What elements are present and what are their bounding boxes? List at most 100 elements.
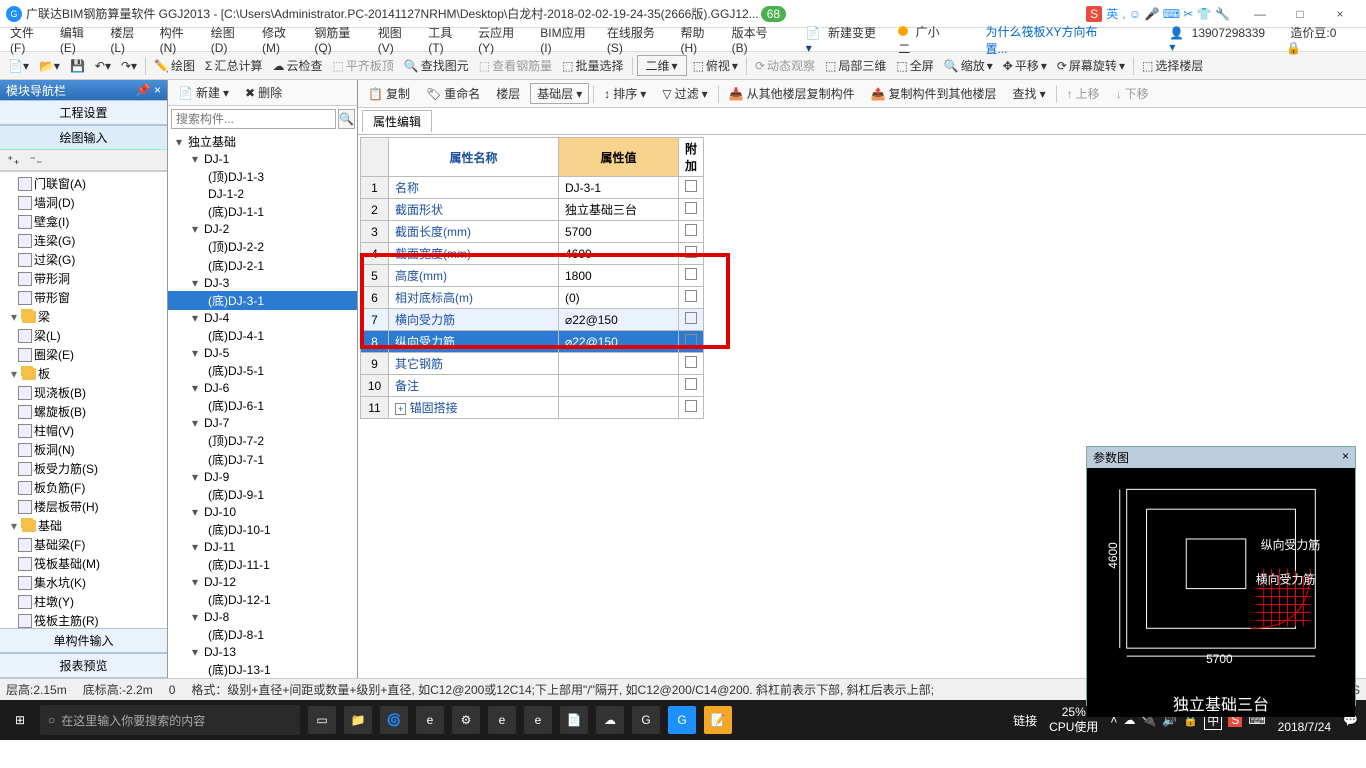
component-tree-item[interactable]: ▾ DJ-12	[168, 574, 357, 590]
nav-tree-item[interactable]: 梁(L)	[0, 326, 167, 345]
component-tree-item[interactable]: ▾ DJ-8	[168, 609, 357, 625]
property-edit-tab[interactable]: 属性编辑	[362, 110, 432, 132]
component-tree-item[interactable]: (底)DJ-5-1	[168, 361, 357, 380]
view-steel-button[interactable]: ⬚查看钢筋量	[475, 55, 556, 76]
cloud-check-button[interactable]: ☁云检查	[268, 55, 326, 76]
component-tree-item[interactable]: ▾ DJ-7	[168, 415, 357, 431]
component-tree-item[interactable]: ▾ DJ-13	[168, 644, 357, 660]
component-tree-item[interactable]: (底)DJ-6-1	[168, 396, 357, 415]
menu-item[interactable]: 构件(N)	[156, 24, 203, 55]
zoom-button[interactable]: 🔍缩放▾	[940, 55, 997, 76]
component-tree-item[interactable]: (底)DJ-7-1	[168, 450, 357, 469]
task-icon[interactable]: e	[488, 706, 516, 734]
nav-tree-item[interactable]: 柱帽(V)	[0, 421, 167, 440]
component-tree-item[interactable]: ▾ DJ-4	[168, 310, 357, 326]
cost-bean[interactable]: 造价豆:0 🔒	[1282, 24, 1360, 55]
component-tree-item[interactable]: ▾ DJ-9	[168, 469, 357, 485]
nav-tree-item[interactable]: 门联窗(A)	[0, 174, 167, 193]
undo-icon[interactable]: ↶▾	[91, 57, 115, 75]
component-tree-item[interactable]: (底)DJ-1-1	[168, 202, 357, 221]
copy-from-floor-button[interactable]: 📥从其他楼层复制构件	[723, 83, 861, 104]
nav-tree-item[interactable]: 现浇板(B)	[0, 383, 167, 402]
nav-tree-item[interactable]: 壁龛(I)	[0, 212, 167, 231]
panel-close-icon[interactable]: ×	[154, 83, 161, 97]
component-tree-item[interactable]: ▾ DJ-5	[168, 345, 357, 361]
nav-tree-item[interactable]: 筏板基础(M)	[0, 554, 167, 573]
pin-icon[interactable]: 📌	[136, 83, 151, 97]
delete-button[interactable]: ✖删除	[239, 82, 288, 103]
account-number[interactable]: 👤 13907298339 ▾	[1165, 26, 1278, 54]
task-icon[interactable]: G	[632, 706, 660, 734]
menu-item[interactable]: 帮助(H)	[676, 24, 723, 55]
property-row[interactable]: 11+ 锚固搭接	[361, 397, 704, 419]
task-icon[interactable]: e	[416, 706, 444, 734]
component-tree-item[interactable]: ▾ 独立基础	[168, 132, 357, 151]
project-settings-row[interactable]: 工程设置	[0, 100, 167, 125]
copy-button[interactable]: 📋复制	[362, 83, 416, 104]
task-icon[interactable]: ▭	[308, 706, 336, 734]
sum-button[interactable]: Σ 汇总计算	[201, 55, 266, 76]
search-icon[interactable]: 🔍	[338, 109, 355, 129]
level-top-button[interactable]: ⬚平齐板顶	[328, 55, 397, 76]
task-icon[interactable]: 🌀	[380, 706, 408, 734]
menu-item[interactable]: 钢筋量(Q)	[310, 24, 369, 55]
partial-3d-button[interactable]: ⬚局部三维	[821, 55, 890, 76]
open-icon[interactable]: 📂▾	[35, 57, 64, 75]
task-icon[interactable]: 📁	[344, 706, 372, 734]
component-tree-item[interactable]: ▾ DJ-3	[168, 275, 357, 291]
nav-tree-item[interactable]: 圈梁(E)	[0, 345, 167, 364]
menu-item[interactable]: 在线服务(S)	[603, 24, 673, 55]
nav-tree-item[interactable]: 板负筋(F)	[0, 478, 167, 497]
close-button[interactable]: ×	[1320, 2, 1360, 26]
draw-input-row[interactable]: 绘图输入	[0, 125, 167, 150]
component-tree-item[interactable]: (底)DJ-12-1	[168, 590, 357, 609]
move-down-button[interactable]: ↓下移	[1110, 83, 1155, 104]
property-row[interactable]: 7 横向受力筋⌀22@150	[361, 309, 704, 331]
user-label[interactable]: 广小二	[894, 23, 957, 57]
view-button[interactable]: ⬚俯视▾	[689, 55, 742, 76]
component-tree-item[interactable]: (顶)DJ-1-3	[168, 167, 357, 186]
nav-tree-item[interactable]: ▾ 板	[0, 364, 167, 383]
nav-tree-item[interactable]: 连梁(G)	[0, 231, 167, 250]
sort-button[interactable]: ↕排序▾	[598, 83, 652, 104]
component-tree-item[interactable]: (底)DJ-2-1	[168, 256, 357, 275]
nav-tree-item[interactable]: 楼层板带(H)	[0, 497, 167, 516]
nav-tree-item[interactable]: 集水坑(K)	[0, 573, 167, 592]
dim-select[interactable]: 二维 ▾	[637, 55, 687, 76]
filter-button[interactable]: ▽过滤▾	[656, 83, 713, 104]
menu-item[interactable]: 文件(F)	[6, 24, 52, 55]
property-row[interactable]: 10 备注	[361, 375, 704, 397]
nav-tree-item[interactable]: 螺旋板(B)	[0, 402, 167, 421]
report-preview-row[interactable]: 报表预览	[0, 653, 167, 678]
nav-tree-item[interactable]: 筏板主筋(R)	[0, 611, 167, 628]
draw-button[interactable]: ✏️绘图	[150, 55, 199, 76]
minimize-button[interactable]: —	[1240, 2, 1280, 26]
param-close-icon[interactable]: ×	[1342, 449, 1349, 466]
menu-item[interactable]: BIM应用(I)	[536, 24, 599, 55]
task-icon[interactable]: ☁	[596, 706, 624, 734]
redo-icon[interactable]: ↷▾	[117, 57, 141, 75]
base-floor-select[interactable]: 基础层 ▾	[530, 83, 589, 104]
property-row[interactable]: 8 纵向受力筋⌀22@150	[361, 331, 704, 353]
maximize-button[interactable]: □	[1280, 2, 1320, 26]
menu-item[interactable]: 修改(M)	[258, 24, 306, 55]
component-tree-item[interactable]: (底)DJ-4-1	[168, 326, 357, 345]
expand-all-icon[interactable]: ⁺₊	[4, 152, 23, 168]
task-icon[interactable]: ⚙	[452, 706, 480, 734]
save-icon[interactable]: 💾	[66, 57, 89, 75]
component-tree-item[interactable]: ▾ DJ-10	[168, 504, 357, 520]
property-row[interactable]: 5 高度(mm)1800	[361, 265, 704, 287]
menu-item[interactable]: 编辑(E)	[56, 24, 103, 55]
nav-tree-item[interactable]: 带形洞	[0, 269, 167, 288]
help-link[interactable]: 为什么筏板XY方向布置...	[982, 23, 1119, 57]
batch-select-button[interactable]: ⬚批量选择	[558, 55, 627, 76]
pan-button[interactable]: ✥平移▾	[999, 55, 1051, 76]
new-file-icon[interactable]: 📄▾	[4, 57, 33, 75]
component-tree-item[interactable]: ▾ DJ-1	[168, 151, 357, 167]
nav-tree-item[interactable]: 板受力筋(S)	[0, 459, 167, 478]
floor-select[interactable]: 楼层	[490, 83, 526, 104]
ime-indicator[interactable]: S英, ☺ 🎤 ⌨ ✂ 👕 🔧	[1086, 5, 1230, 22]
rename-button[interactable]: 🏷重命名	[420, 83, 486, 104]
nav-tree-item[interactable]: 柱墩(Y)	[0, 592, 167, 611]
move-up-button[interactable]: ↑上移	[1061, 83, 1106, 104]
